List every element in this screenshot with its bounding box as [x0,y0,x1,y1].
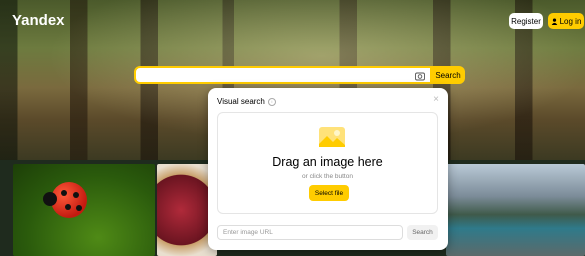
login-label: Log in [559,16,582,26]
register-button[interactable]: Register [509,13,543,29]
drop-zone[interactable]: Drag an image here or click the button S… [217,112,438,214]
image-url-input[interactable]: Enter image URL [217,225,403,240]
close-icon[interactable]: × [433,94,439,105]
url-search-button[interactable]: Search [407,225,438,240]
search-button[interactable]: Search [431,66,465,84]
drag-instruction: Drag an image here [272,155,383,169]
or-click-text: or click the button [302,173,353,180]
search-input[interactable] [134,66,432,84]
ladybug-illustration [43,182,87,218]
panel-title-text: Visual search [217,97,265,106]
image-icon [319,127,345,147]
yandex-logo[interactable]: Yandex [12,12,65,29]
camera-icon[interactable] [414,70,426,82]
info-icon[interactable]: i [267,97,276,106]
panel-title: Visual search i [217,97,276,106]
select-file-button[interactable]: Select file [309,185,349,201]
login-button[interactable]: Log in [548,13,584,29]
gallery-image-ladybug[interactable] [13,164,155,256]
user-icon [551,17,557,25]
gallery-image-mountain-lake[interactable] [446,164,585,256]
visual-search-panel: Visual search i × Drag an image here or … [208,88,448,250]
